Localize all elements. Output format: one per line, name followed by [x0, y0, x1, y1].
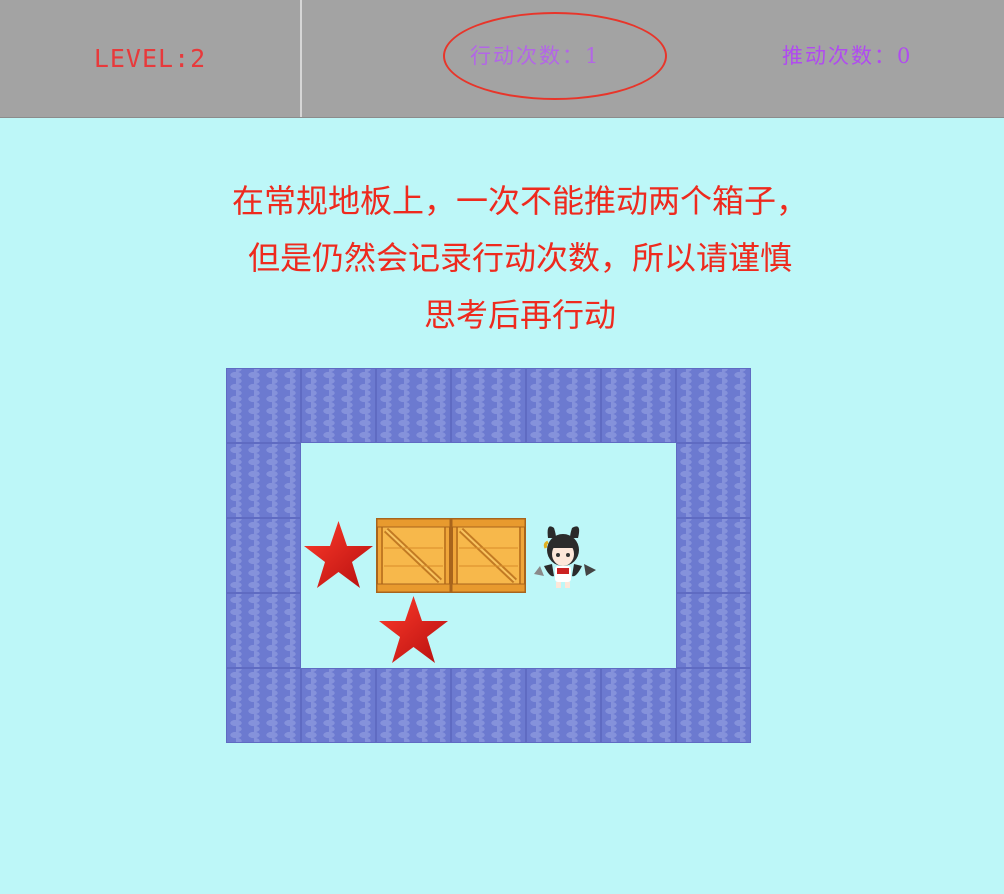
brick-wall-tile [526, 368, 601, 443]
instruction-text: 在常规地板上，一次不能推动两个箱子， 但是仍然会记录行动次数，所以请谨慎 思考后… [150, 173, 890, 344]
pushes-value: 0 [897, 44, 913, 68]
floor-tile[interactable] [601, 593, 676, 668]
brick-wall-tile [301, 668, 376, 743]
instruction-line: 在常规地板上，一次不能推动两个箱子， [231, 182, 808, 220]
brick-wall-tile [601, 368, 676, 443]
moves-label: 行动次数： [470, 44, 585, 68]
floor-tile[interactable] [601, 443, 676, 518]
brick-wall-tile [526, 668, 601, 743]
brick-wall-tile [376, 368, 451, 443]
brick-wall-tile [376, 668, 451, 743]
floor-tile[interactable] [451, 443, 526, 518]
instruction-line: 思考后再行动 [423, 296, 616, 334]
instruction-line: 但是仍然会记录行动次数，所以请谨慎 [247, 239, 792, 277]
floor-tile[interactable] [301, 443, 376, 518]
wooden-crate [451, 518, 526, 593]
brick-wall-tile [226, 443, 301, 518]
wooden-crate [376, 518, 451, 593]
brick-wall-tile [676, 668, 751, 743]
brick-wall-tile [226, 368, 301, 443]
game-board[interactable] [226, 368, 751, 743]
brick-wall-tile [676, 518, 751, 593]
floor-tile[interactable] [451, 593, 526, 668]
brick-wall-tile [226, 668, 301, 743]
moves-value: 1 [585, 44, 601, 68]
brick-wall-tile [676, 368, 751, 443]
moves-counter: 行动次数：1 [470, 40, 600, 70]
brick-wall-tile [226, 593, 301, 668]
hud-divider [300, 0, 302, 117]
pushes-counter: 推动次数：0 [782, 40, 912, 70]
brick-wall-tile [676, 443, 751, 518]
brick-wall-tile [676, 593, 751, 668]
star-target-icon [376, 593, 451, 668]
star-target-icon [301, 518, 376, 593]
brick-wall-tile [601, 668, 676, 743]
floor-tile[interactable] [601, 518, 676, 593]
brick-wall-tile [226, 518, 301, 593]
floor-tile[interactable] [376, 443, 451, 518]
brick-wall-tile [451, 368, 526, 443]
floor-tile[interactable] [526, 443, 601, 518]
player-character[interactable] [526, 518, 601, 593]
brick-wall-tile [301, 368, 376, 443]
floor-tile[interactable] [301, 593, 376, 668]
level-panel: LEVEL:2 [0, 0, 300, 117]
pushes-label: 推动次数： [782, 44, 897, 68]
floor-tile[interactable] [526, 593, 601, 668]
hud-bar: LEVEL:2 行动次数：1 推动次数：0 [0, 0, 1004, 118]
level-indicator: LEVEL:2 [93, 44, 207, 73]
brick-wall-tile [451, 668, 526, 743]
